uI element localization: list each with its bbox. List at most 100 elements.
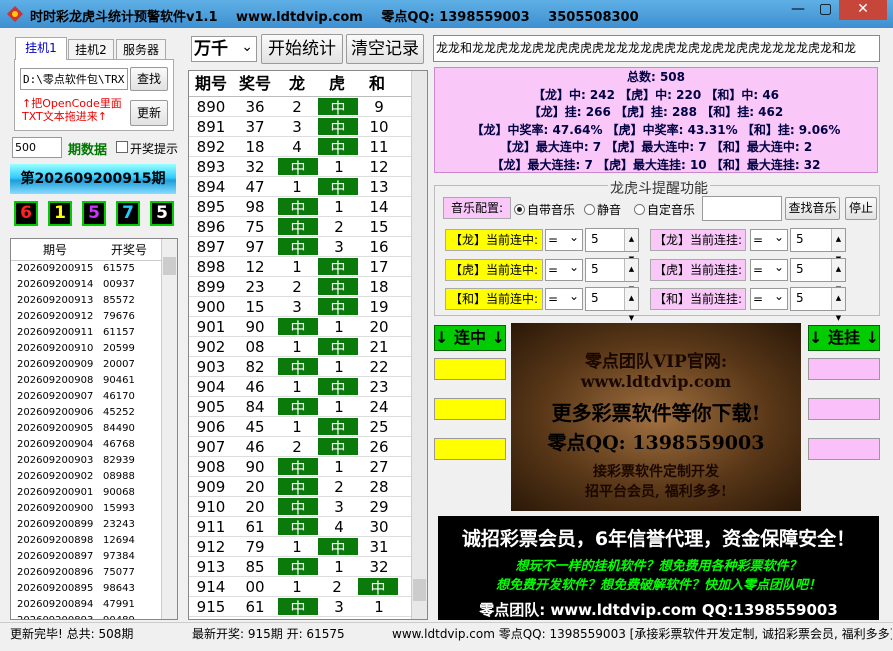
position-select[interactable]: 万千 ⌄ — [191, 36, 257, 62]
rule-tie-hit-op[interactable]: = — [545, 286, 583, 310]
table-row[interactable]: 892 18 4 中 11 — [189, 137, 427, 157]
rule-tie-miss-spinner[interactable]: ▲ ▼ — [831, 288, 845, 322]
history-row[interactable]: 202609200898 12694 — [11, 533, 177, 549]
table-row[interactable]: 891 37 3 中 10 — [189, 117, 427, 137]
history-row[interactable]: 202609200906 45252 — [11, 405, 177, 421]
table-row[interactable]: 910 20 中 3 29 — [189, 497, 427, 517]
row-number: 45 — [245, 418, 265, 436]
rule-tiger-miss-spinner[interactable]: ▲▼ — [831, 259, 845, 293]
table-row[interactable]: 906 45 1 中 25 — [189, 417, 427, 437]
close-button[interactable]: ✕ — [839, 0, 887, 20]
history-row[interactable]: 202609200894 47991 — [11, 597, 177, 613]
history-list[interactable]: 期号 开奖号 202609200915 61575 202609200914 0093… — [10, 238, 178, 620]
history-row[interactable]: 20260920089390489 — [11, 613, 177, 619]
history-scroll-thumb[interactable] — [163, 257, 176, 275]
rule-tiger-hit-op[interactable]: = — [545, 257, 583, 281]
rule-tie-miss-op[interactable]: = — [750, 286, 788, 310]
history-row[interactable]: 202609200896 75077 — [11, 565, 177, 581]
history-row[interactable]: 202609200913 85572 — [11, 293, 177, 309]
find-music-button[interactable]: 查找音乐 — [785, 197, 840, 220]
rule-tie-hit-spinner[interactable]: ▲ ▼ — [624, 288, 638, 322]
radio-custom-indicator[interactable] — [634, 204, 645, 215]
table-row[interactable]: 900 15 3 中 19 — [189, 297, 427, 317]
table-row[interactable]: 895 98 中 1 14 — [189, 197, 427, 217]
history-row[interactable]: 202609200902 08988 — [11, 469, 177, 485]
minimize-button[interactable]: — — [784, 0, 812, 20]
rule-dragon-hit-value[interactable]: 5 ▲▼ — [585, 228, 639, 263]
table-row[interactable]: 912 79 1 中 31 — [189, 537, 427, 557]
promo-banner-member[interactable]: 诚招彩票会员，6年信誉代理，资金保障安全！ 想玩不一样的挂机软件？想免费用各种彩… — [438, 516, 879, 620]
history-row[interactable]: 202609200912 79676 — [11, 309, 177, 325]
table-scroll-thumb[interactable] — [413, 579, 426, 601]
history-row[interactable]: 202609200910 20599 — [11, 341, 177, 357]
history-scrollbar[interactable] — [161, 239, 177, 619]
history-row[interactable]: 202609200908 90461 — [11, 373, 177, 389]
rule-tiger-hit-spinner[interactable]: ▲▼ — [624, 259, 638, 293]
history-row[interactable]: 202609200904 46768 — [11, 437, 177, 453]
row-number: 84 — [245, 398, 265, 416]
rule-tiger-hit-value[interactable]: 5 ▲▼ — [585, 258, 639, 293]
rule-dragon-hit-op[interactable]: = — [545, 227, 583, 251]
table-row[interactable]: 903 82 中 1 22 — [189, 357, 427, 377]
stop-button[interactable]: 停止 — [845, 197, 877, 220]
periods-input[interactable] — [12, 137, 62, 158]
table-row[interactable]: 913 85 中 1 32 — [189, 557, 427, 577]
radio-builtin-music[interactable]: 自带音乐 — [514, 201, 575, 218]
table-row[interactable]: 911 61 中 4 30 — [189, 517, 427, 537]
table-row[interactable]: 904 46 1 中 23 — [189, 377, 427, 397]
table-row[interactable]: 905 84 中 1 24 — [189, 397, 427, 417]
start-stats-button[interactable]: 开始统计 — [261, 34, 343, 64]
table-row[interactable]: 890 36 2 中 9 — [189, 97, 427, 117]
table-row[interactable]: 914 00 1 2 中 — [189, 577, 427, 597]
stats-table[interactable]: 期号 奖号 龙 虎 和 890 36 2 中 9 891 37 3 中 10 892 18 4 中 11 89… — [188, 70, 428, 620]
table-scrollbar[interactable] — [411, 71, 427, 619]
history-row[interactable]: 202609200914 00937 — [11, 277, 177, 293]
table-row[interactable]: 909 20 中 2 28 — [189, 477, 427, 497]
table-row[interactable]: 907 46 2 中 26 — [189, 437, 427, 457]
update-button[interactable]: 更新 — [130, 100, 168, 126]
tab-server[interactable]: 服务器 — [116, 39, 166, 60]
table-row[interactable]: 901 90 中 1 20 — [189, 317, 427, 337]
table-row[interactable]: 902 08 1 中 21 — [189, 337, 427, 357]
rule-dragon-miss-op[interactable]: = — [750, 227, 788, 251]
rule-tiger-miss-value[interactable]: 5 ▲▼ — [790, 258, 846, 293]
opencode-path-input[interactable] — [20, 68, 128, 90]
history-row[interactable]: 202609200915 61575 — [11, 261, 177, 277]
rule-tie-hit-value[interactable]: 5 ▲ ▼ — [585, 287, 639, 322]
table-row[interactable]: 894 47 1 中 13 — [189, 177, 427, 197]
promo-banner-vip[interactable]: 零点团队VIP官网: www.ldtdvip.com 更多彩票软件等你下载! 零… — [511, 323, 801, 511]
clear-records-button[interactable]: 清空记录 — [346, 34, 424, 64]
history-row[interactable]: 202609200899 23243 — [11, 517, 177, 533]
table-row[interactable]: 896 75 中 2 15 — [189, 217, 427, 237]
radio-mute-indicator[interactable] — [584, 204, 595, 215]
maximize-button[interactable]: ▢ — [812, 0, 839, 20]
history-row[interactable]: 202609200897 97384 — [11, 549, 177, 565]
rule-dragon-miss-spinner[interactable]: ▲▼ — [831, 229, 845, 263]
history-row[interactable]: 202609200901 90068 — [11, 485, 177, 501]
custom-music-path-input[interactable] — [702, 196, 782, 221]
tab-guaji1[interactable]: 挂机1 — [15, 37, 67, 60]
rule-tie-miss-value[interactable]: 5 ▲ ▼ — [790, 287, 846, 322]
find-button[interactable]: 查找 — [130, 67, 168, 91]
tab-guaji2[interactable]: 挂机2 — [68, 39, 114, 60]
rule-dragon-miss-value[interactable]: 5 ▲▼ — [790, 228, 846, 263]
history-row[interactable]: 202609200903 82939 — [11, 453, 177, 469]
rule-tiger-miss-op[interactable]: = — [750, 257, 788, 281]
radio-mute[interactable]: 静音 — [584, 201, 621, 218]
history-row[interactable]: 202609200895 98643 — [11, 581, 177, 597]
table-row[interactable]: 908 90 中 1 27 — [189, 457, 427, 477]
history-row[interactable]: 202609200905 84490 — [11, 421, 177, 437]
table-row[interactable]: 898 12 1 中 17 — [189, 257, 427, 277]
table-row[interactable]: 897 97 中 3 16 — [189, 237, 427, 257]
open-hint-checkbox[interactable] — [116, 141, 128, 153]
table-row[interactable]: 915 61 中 3 1 — [189, 597, 427, 617]
history-row[interactable]: 202609200900 15993 — [11, 501, 177, 517]
table-row[interactable]: 899 23 2 中 18 — [189, 277, 427, 297]
history-row[interactable]: 202609200909 20007 — [11, 357, 177, 373]
history-row[interactable]: 202609200911 61157 — [11, 325, 177, 341]
rule-dragon-hit-spinner[interactable]: ▲▼ — [624, 229, 638, 263]
table-row[interactable]: 893 32 中 1 12 — [189, 157, 427, 177]
radio-custom-music[interactable]: 自定音乐 — [634, 201, 695, 218]
history-row[interactable]: 202609200907 46170 — [11, 389, 177, 405]
radio-builtin-indicator[interactable] — [514, 204, 525, 215]
